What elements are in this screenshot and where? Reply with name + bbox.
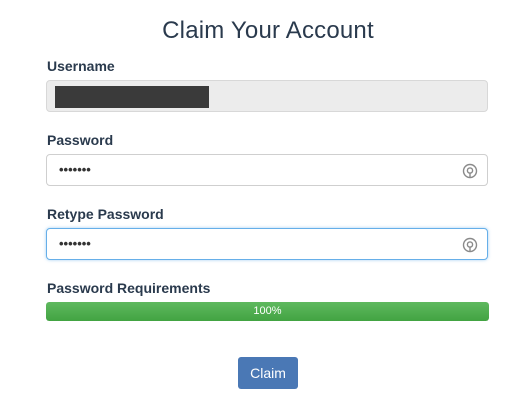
redacted-username	[55, 86, 209, 108]
page-title: Claim Your Account	[162, 17, 374, 44]
retype-password-value: •••••••	[59, 236, 91, 251]
password-strength-fill: 100%	[46, 302, 489, 321]
eye-toggle-icon[interactable]	[462, 163, 478, 179]
retype-password-field[interactable]: •••••••	[46, 228, 488, 260]
claim-button[interactable]: Claim	[238, 357, 298, 389]
username-field	[46, 80, 488, 112]
password-label: Password	[47, 132, 114, 148]
password-value: •••••••	[59, 162, 91, 177]
username-label: Username	[47, 58, 115, 74]
claim-account-form: Claim Your Account Username Password •••…	[0, 0, 529, 420]
eye-toggle-icon[interactable]	[462, 237, 478, 253]
password-strength-bar: 100%	[46, 302, 489, 321]
password-requirements-label: Password Requirements	[47, 280, 211, 296]
password-field[interactable]: •••••••	[46, 154, 488, 186]
retype-password-label: Retype Password	[47, 206, 164, 222]
